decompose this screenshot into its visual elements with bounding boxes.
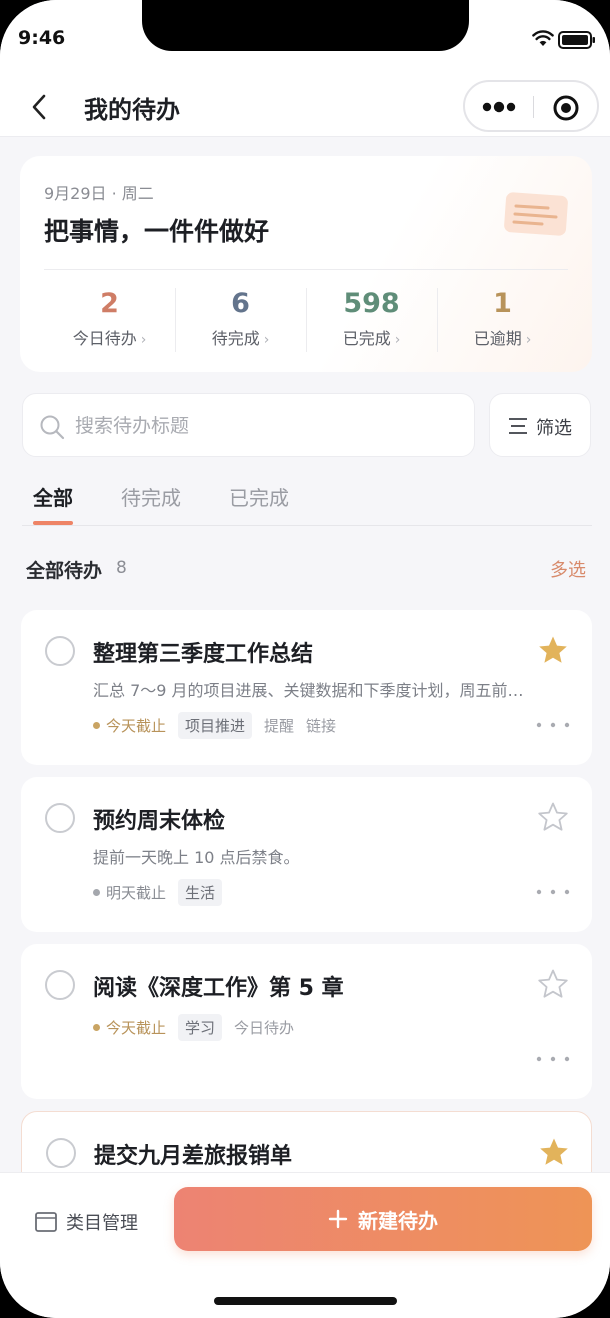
phone-screen: 9:46 我的待办 9月29日 · 周二 把事情，一件件做好 2 今日待办 › … bbox=[0, 0, 610, 1318]
stat-pending[interactable]: 6 待完成 › bbox=[175, 282, 306, 352]
home-indicator[interactable] bbox=[214, 1297, 397, 1305]
new-todo-content: 新建待办 bbox=[174, 1187, 592, 1251]
status-time: 9:46 bbox=[18, 27, 66, 49]
filter-label: 筛选 bbox=[536, 418, 572, 439]
search-box[interactable] bbox=[22, 393, 475, 457]
task-checkbox[interactable] bbox=[45, 636, 75, 666]
filter-lines-icon bbox=[509, 418, 527, 434]
close-target-icon[interactable] bbox=[551, 94, 581, 122]
folder-icon bbox=[35, 1212, 57, 1232]
due-text: 今天截止 bbox=[106, 1018, 167, 1037]
task-description: 汇总 7～9 月的项目进展、关键数据和下季度计划，周五前发给主管。 bbox=[93, 681, 533, 700]
nav-bar: 我的待办 bbox=[0, 80, 610, 137]
bottom-action-bar: 类目管理 新建待办 bbox=[0, 1172, 610, 1318]
plus-icon bbox=[328, 1209, 348, 1229]
task-extra: 链接 bbox=[306, 716, 337, 735]
summary-date: 9月29日 · 周二 bbox=[44, 184, 154, 203]
tab-pending[interactable]: 待完成 bbox=[121, 482, 181, 511]
search-icon bbox=[40, 415, 65, 440]
task-checkbox[interactable] bbox=[46, 1138, 76, 1168]
stat-value: 2 bbox=[100, 288, 119, 319]
stat-value: 6 bbox=[231, 288, 250, 319]
task-extra: 今日待办 bbox=[234, 1018, 295, 1037]
task-meta: 今天截止 学习 今日待办 bbox=[93, 1013, 295, 1041]
stat-label: 待完成 bbox=[211, 329, 260, 348]
multi-select-button[interactable]: 多选 bbox=[550, 556, 586, 582]
summary-stats: 2 今日待办 › 6 待完成 › 598 已完成 › 1 已逾期 › bbox=[44, 282, 568, 352]
task-card[interactable]: 阅读《深度工作》第 5 章 今天截止 学习 今日待办 bbox=[21, 944, 592, 1099]
chevron-right-icon: › bbox=[140, 332, 147, 348]
mini-program-capsule bbox=[463, 80, 599, 132]
summary-slogan: 把事情，一件件做好 bbox=[44, 217, 270, 246]
task-tag: 生活 bbox=[178, 878, 223, 906]
notch bbox=[142, 0, 469, 51]
summary-divider bbox=[44, 269, 568, 270]
filter-button[interactable]: 筛选 bbox=[489, 393, 591, 457]
due-badge: 今天截止 bbox=[93, 715, 166, 736]
new-todo-button[interactable]: 新建待办 bbox=[174, 1187, 592, 1251]
back-arrow-icon[interactable] bbox=[26, 90, 54, 124]
task-tag: 项目推进 bbox=[178, 711, 253, 739]
stat-label: 今日待办 bbox=[72, 329, 137, 348]
task-title: 预约周末体检 bbox=[93, 809, 226, 834]
category-manage-label: 类目管理 bbox=[66, 1213, 138, 1234]
chevron-right-icon: › bbox=[525, 332, 532, 348]
stat-value: 598 bbox=[343, 288, 400, 319]
section-title: 全部待办 bbox=[26, 560, 103, 582]
status-bar: 9:46 bbox=[0, 0, 610, 80]
tab-bar: 全部 待完成 已完成 bbox=[22, 470, 592, 526]
task-meta: 明天截止 生活 bbox=[93, 878, 223, 906]
stat-label: 已完成 bbox=[342, 329, 391, 348]
stat-overdue[interactable]: 1 已逾期 › bbox=[437, 282, 568, 352]
due-dot bbox=[93, 721, 100, 729]
chevron-right-icon: › bbox=[263, 332, 270, 348]
tab-done[interactable]: 已完成 bbox=[229, 482, 289, 511]
task-card[interactable]: 整理第三季度工作总结 汇总 7～9 月的项目进展、关键数据和下季度计划，周五前发… bbox=[21, 610, 592, 765]
category-manage-button[interactable]: 类目管理 bbox=[34, 1207, 138, 1237]
task-description: 提前一天晚上 10 点后禁食。 bbox=[93, 848, 300, 867]
due-text: 明天截止 bbox=[106, 883, 167, 902]
tab-active-indicator bbox=[33, 521, 73, 525]
summary-card: 9月29日 · 周二 把事情，一件件做好 2 今日待办 › 6 待完成 › 598 … bbox=[20, 156, 592, 372]
star-filled-icon[interactable] bbox=[537, 634, 569, 666]
task-card[interactable]: 预约周末体检 提前一天晚上 10 点后禁食。 明天截止 生活 bbox=[21, 777, 592, 932]
battery-icon bbox=[558, 31, 595, 49]
due-dot bbox=[93, 888, 100, 896]
stat-done[interactable]: 598 已完成 › bbox=[306, 282, 437, 352]
section-count: 8 bbox=[116, 558, 127, 578]
task-title: 整理第三季度工作总结 bbox=[93, 642, 314, 667]
search-input[interactable] bbox=[75, 406, 455, 446]
task-meta: 今天截止 项目推进 提醒 链接 bbox=[93, 711, 337, 739]
tab-all[interactable]: 全部 bbox=[33, 482, 73, 511]
capsule-divider bbox=[533, 96, 534, 118]
more-horizontal-icon[interactable] bbox=[533, 1052, 573, 1066]
more-dots-icon[interactable] bbox=[479, 94, 519, 120]
stat-label: 已逾期 bbox=[473, 329, 522, 348]
stat-today[interactable]: 2 今日待办 › bbox=[44, 282, 175, 352]
task-title: 提交九月差旅报销单 bbox=[94, 1144, 293, 1169]
due-dot bbox=[93, 1023, 100, 1031]
stat-value: 1 bbox=[493, 288, 512, 319]
task-checkbox[interactable] bbox=[45, 970, 75, 1000]
task-title: 阅读《深度工作》第 5 章 bbox=[93, 976, 344, 1001]
page-title: 我的待办 bbox=[84, 96, 180, 124]
new-todo-label: 新建待办 bbox=[358, 1208, 438, 1233]
more-horizontal-icon[interactable] bbox=[533, 718, 573, 732]
star-outline-icon[interactable] bbox=[537, 801, 569, 833]
wifi-icon bbox=[532, 30, 554, 46]
task-extra: 提醒 bbox=[264, 716, 295, 735]
due-badge: 今天截止 bbox=[93, 1017, 166, 1038]
due-badge: 明天截止 bbox=[93, 882, 166, 903]
task-checkbox[interactable] bbox=[45, 803, 75, 833]
star-outline-icon[interactable] bbox=[537, 968, 569, 1000]
chevron-right-icon: › bbox=[394, 332, 401, 348]
task-tag: 学习 bbox=[178, 1013, 223, 1041]
note-card-icon bbox=[504, 192, 568, 236]
due-text: 今天截止 bbox=[106, 716, 167, 735]
more-horizontal-icon[interactable] bbox=[533, 885, 573, 899]
star-filled-icon[interactable] bbox=[538, 1136, 570, 1168]
